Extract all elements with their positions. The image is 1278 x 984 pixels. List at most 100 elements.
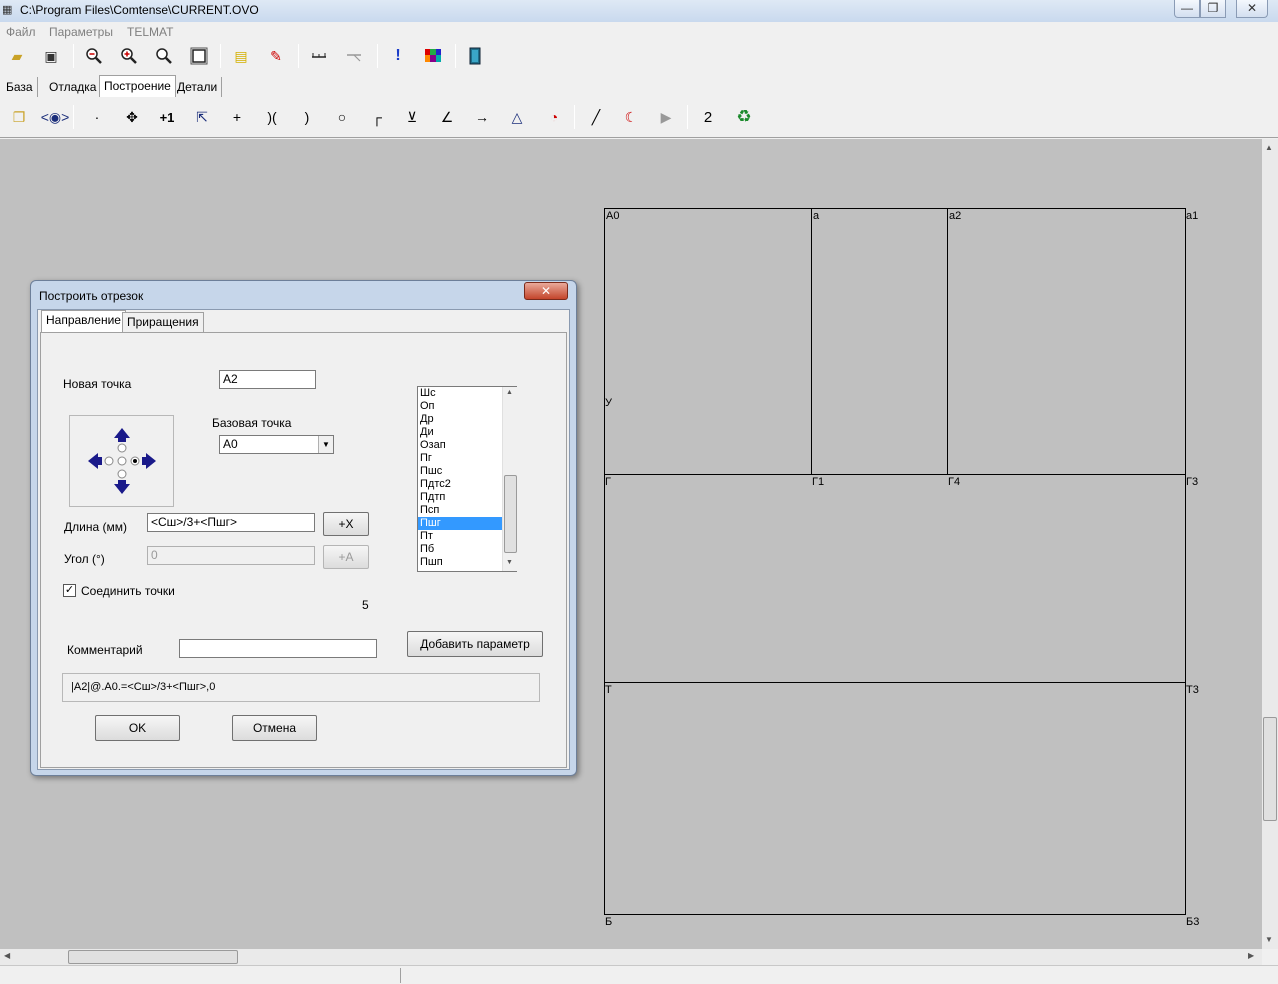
scroll-up-icon[interactable]: ▲ (506, 389, 513, 396)
list-item[interactable]: Пг (418, 452, 502, 465)
length-input[interactable]: <Сш>/3+<Пшг> (147, 513, 315, 532)
circle-arc-icon[interactable]: ◔ (543, 106, 565, 128)
play-icon[interactable]: ▶ (655, 106, 677, 128)
cancel-button[interactable]: Отмена (232, 715, 317, 741)
scroll-right-icon[interactable]: ▶ (1248, 951, 1254, 960)
arrow-down-icon (114, 484, 130, 494)
exclamation-icon[interactable]: ! (387, 45, 409, 67)
list-scrollbar[interactable]: ▲ ▼ (502, 387, 517, 571)
list-item[interactable]: Пдтп (418, 491, 502, 504)
point-label: А0 (606, 210, 619, 222)
dialog-close-button[interactable]: ✕ (524, 282, 568, 300)
vertical-scroll-thumb[interactable] (1263, 717, 1277, 821)
tab-debug[interactable]: Отладка (45, 77, 102, 97)
ok-button[interactable]: OK (95, 715, 180, 741)
corner-icon[interactable]: ┌ (366, 106, 388, 128)
direction-pad (69, 415, 174, 507)
point-label: Г4 (948, 476, 960, 488)
intersection-icon[interactable]: ⊻ (401, 106, 423, 128)
angle-icon[interactable]: ∠ (436, 106, 458, 128)
bracket-icon[interactable]: )( (261, 106, 283, 128)
zoom-fit-icon[interactable] (188, 45, 210, 67)
tab-construction[interactable]: Построение (99, 75, 176, 97)
arrow-right-icon[interactable]: → (471, 106, 493, 128)
zoom-icon[interactable] (153, 45, 175, 67)
scroll-left-icon[interactable]: ◀ (4, 951, 10, 960)
move-icon[interactable]: ✥ (121, 106, 143, 128)
comment-input[interactable] (179, 639, 377, 658)
comment-label: Комментарий (67, 643, 143, 657)
list-item[interactable]: Пдтс2 (418, 478, 502, 491)
circle-point-icon[interactable]: ○ (331, 106, 353, 128)
list-item[interactable]: Псп (418, 504, 502, 517)
horizontal-scrollbar[interactable]: ◀ ▶ (0, 949, 1262, 965)
horizontal-scroll-thumb[interactable] (68, 950, 238, 964)
point-label: У (605, 397, 613, 409)
list-item[interactable]: Ди (418, 426, 502, 439)
plus-one-icon[interactable]: +1 (156, 106, 178, 128)
list-item[interactable]: Оп (418, 400, 502, 413)
list-item[interactable]: Пшс (418, 465, 502, 478)
scroll-down-icon[interactable]: ▼ (1265, 935, 1273, 944)
scroll-down-icon[interactable]: ▼ (506, 559, 513, 566)
title-bar: ▦ C:\Program Files\Comtense\CURRENT.OVO … (0, 0, 1278, 22)
list-scroll-thumb[interactable] (504, 475, 517, 553)
add-parameter-button[interactable]: Добавить параметр (407, 631, 543, 657)
palette-icon[interactable] (422, 45, 444, 67)
arrow-left-icon (88, 453, 98, 469)
dialog-body: Направление Приращения Новая точка А2 Ба… (37, 309, 570, 770)
ruler-icon[interactable] (308, 45, 330, 67)
menu-bar: Файл Параметры TELMAT (0, 22, 1278, 42)
list-item[interactable]: Озап (418, 439, 502, 452)
view-eye-icon[interactable]: <◉> (41, 106, 70, 128)
scroll-up-icon[interactable]: ▲ (1265, 143, 1273, 152)
save-icon[interactable]: ▣ (40, 45, 62, 67)
list-item[interactable]: Др (418, 413, 502, 426)
point-label: Г1 (812, 476, 824, 488)
cross-icon[interactable]: + (226, 106, 248, 128)
triangle-icon[interactable]: △ (506, 106, 528, 128)
construction-toolbar: ❐ <◉> · ✥ +1 ⇱ + )( ) ○ ┌ ⊻ ∠ → △ ◔ ╱ ☾ … (0, 98, 1278, 138)
angle-input[interactable]: 0 (147, 546, 315, 565)
maximize-button[interactable]: ❐ (1200, 0, 1226, 18)
measure-disabled-icon[interactable] (343, 45, 365, 67)
menu-telmat[interactable]: TELMAT (127, 25, 173, 39)
tab-direction[interactable]: Направление (41, 310, 126, 333)
arc-icon[interactable]: ) (296, 106, 318, 128)
window-title: C:\Program Files\Comtense\CURRENT.OVO (20, 3, 259, 17)
tab-increments[interactable]: Приращения (122, 312, 204, 332)
line-icon[interactable]: ╱ (585, 106, 607, 128)
connect-points-checkbox[interactable]: ✓ (63, 584, 76, 597)
open-folder-icon[interactable]: ▰ (6, 45, 28, 67)
copy-icon[interactable]: ❐ (8, 106, 30, 128)
pin-icon[interactable]: ✎ (265, 45, 287, 67)
tab-base[interactable]: База (2, 77, 38, 97)
add-a-button[interactable]: +A (323, 545, 369, 569)
minimize-button[interactable]: — (1174, 0, 1200, 18)
list-item[interactable]: Шс (418, 387, 502, 400)
add-x-button[interactable]: +X (323, 512, 369, 536)
menu-file[interactable]: Файл (6, 25, 36, 39)
list-item[interactable]: Пб (418, 543, 502, 556)
close-button[interactable]: ✕ (1236, 0, 1268, 18)
chevron-down-icon[interactable]: ▼ (318, 436, 333, 453)
recycle-icon[interactable]: ♻ (733, 106, 755, 128)
list-item-selected[interactable]: Пшг (418, 517, 502, 530)
exit-door-icon[interactable] (464, 45, 486, 67)
menu-parameters[interactable]: Параметры (49, 25, 113, 39)
curve-icon[interactable]: ☾ (620, 106, 642, 128)
parameters-list[interactable]: Шс Оп Др Ди Озап Пг Пшс Пдтс2 Пдтп Псп П… (417, 386, 517, 572)
list-item[interactable]: Пшп (418, 556, 502, 569)
point-icon[interactable]: · (86, 106, 108, 128)
vertical-scrollbar[interactable]: ▲ ▼ (1262, 139, 1278, 949)
tab-details[interactable]: Детали (173, 77, 223, 97)
base-point-select[interactable]: А0 ▼ (219, 435, 334, 454)
formula-display: |А2|@.А0.=<Сш>/3+<Пшг>,0 (62, 673, 540, 702)
zoom-in-icon[interactable] (118, 45, 140, 67)
list-item[interactable]: Пт (418, 530, 502, 543)
new-point-input[interactable]: А2 (219, 370, 316, 389)
zoom-out-icon[interactable] (83, 45, 105, 67)
notes-icon[interactable]: ▤ (230, 45, 252, 67)
counter-label[interactable]: 2 (697, 106, 719, 128)
select-icon[interactable]: ⇱ (191, 106, 213, 128)
